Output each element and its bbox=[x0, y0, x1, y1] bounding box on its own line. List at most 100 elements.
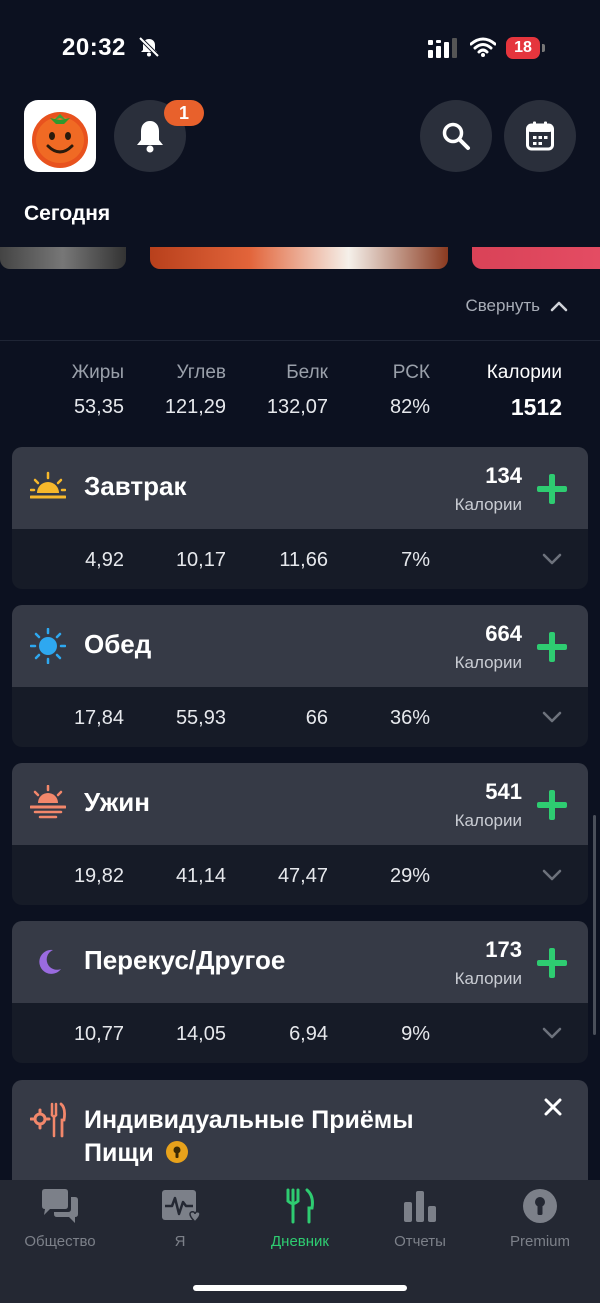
battery-tip bbox=[542, 44, 545, 52]
close-icon[interactable] bbox=[544, 1098, 562, 1116]
calories-total: 1512 bbox=[510, 394, 562, 420]
meal-protein: 66 bbox=[305, 707, 328, 729]
meal-carbs: 10,17 bbox=[175, 549, 226, 571]
meal-rdi: 29% bbox=[389, 865, 430, 887]
battery-indicator: 18 bbox=[506, 37, 540, 59]
meal-card-snack[interactable]: Перекус/Другое 173 Калории 10,77 14,05 6… bbox=[12, 921, 588, 1063]
sunrise-icon bbox=[30, 471, 66, 499]
meal-name: Завтрак bbox=[84, 471, 187, 501]
tab-label: Отчеты bbox=[394, 1233, 446, 1250]
meal-rdi: 7% bbox=[401, 549, 430, 571]
tab-label: Я bbox=[174, 1233, 186, 1250]
tab-community[interactable]: Общество bbox=[0, 1188, 120, 1250]
chevron-down-icon[interactable] bbox=[542, 869, 562, 881]
add-food-breakfast-icon[interactable] bbox=[536, 473, 568, 505]
page-title: Сегодня bbox=[24, 202, 111, 225]
calendar-button[interactable] bbox=[504, 100, 576, 172]
meal-calories: 541 bbox=[485, 779, 522, 804]
meal-calories-label: Калории bbox=[454, 811, 522, 830]
add-food-lunch-icon[interactable] bbox=[536, 631, 568, 663]
meal-card-dinner[interactable]: Ужин 541 Калории 19,82 41,14 47,47 29% bbox=[12, 763, 588, 905]
tab-premium[interactable]: Premium bbox=[480, 1188, 600, 1250]
sun-icon bbox=[30, 628, 66, 664]
meal-name: Обед bbox=[84, 629, 152, 659]
custom-meals-card[interactable]: Индивидуальные Приёмы Пищи bbox=[12, 1080, 588, 1190]
chevron-down-icon[interactable] bbox=[542, 1027, 562, 1039]
meal-carbs: 14,05 bbox=[175, 1023, 226, 1045]
search-icon bbox=[442, 122, 470, 150]
custom-meals-title-text: Индивидуальные Приёмы Пищи bbox=[84, 1106, 414, 1167]
rdi-label: РСК bbox=[392, 362, 430, 383]
chevron-down-icon[interactable] bbox=[542, 711, 562, 723]
meal-calories-label: Калории bbox=[454, 969, 522, 988]
meal-fat: 4,92 bbox=[85, 549, 124, 571]
divider bbox=[0, 340, 600, 341]
tab-label: Дневник bbox=[271, 1233, 329, 1250]
carousel-image-1[interactable] bbox=[0, 247, 126, 269]
cutlery-icon bbox=[286, 1188, 314, 1224]
collapse-label: Свернуть bbox=[465, 296, 540, 315]
meal-calories: 173 bbox=[485, 937, 522, 962]
daily-totals: Жиры Углев Белк РСК Калории 53,35 121,29… bbox=[0, 362, 600, 422]
settings-cutlery-icon bbox=[30, 1102, 66, 1138]
heart-monitor-icon bbox=[162, 1190, 201, 1223]
meal-fat: 19,82 bbox=[73, 865, 124, 887]
meal-calories: 134 bbox=[485, 463, 522, 488]
notification-badge: 1 bbox=[164, 100, 204, 126]
meal-card-breakfast[interactable]: Завтрак 134 Калории 4,92 10,17 11,66 7% bbox=[12, 447, 588, 589]
bell-off-icon bbox=[138, 36, 160, 58]
meal-rdi: 36% bbox=[389, 707, 430, 729]
meal-header[interactable]: Перекус/Другое 173 Калории bbox=[12, 921, 588, 1003]
custom-meals-title: Индивидуальные Приёмы Пищи bbox=[84, 1104, 484, 1170]
sunset-icon bbox=[30, 785, 66, 819]
meal-protein: 6,94 bbox=[289, 1023, 328, 1045]
tab-label: Общество bbox=[24, 1233, 96, 1250]
meal-carbs: 41,14 bbox=[175, 865, 226, 887]
chat-icon bbox=[42, 1189, 78, 1223]
moon-icon bbox=[39, 949, 61, 974]
wifi-icon bbox=[470, 37, 496, 57]
tab-me[interactable]: Я bbox=[120, 1188, 240, 1250]
meal-name: Перекус/Другое bbox=[84, 945, 286, 975]
meal-fat: 17,84 bbox=[73, 707, 124, 729]
tab-reports[interactable]: Отчеты bbox=[360, 1188, 480, 1250]
collapse-button[interactable]: Свернуть bbox=[465, 296, 568, 316]
meal-card-lunch[interactable]: Обед 664 Калории 17,84 55,93 66 36% bbox=[12, 605, 588, 747]
add-food-dinner-icon[interactable] bbox=[536, 789, 568, 821]
chevron-up-icon bbox=[550, 301, 568, 312]
scrollbar[interactable] bbox=[593, 815, 596, 1035]
bell-icon bbox=[137, 121, 163, 153]
search-button[interactable] bbox=[420, 100, 492, 172]
app-header: 1 Сегодня bbox=[0, 96, 600, 246]
tomato-logo-icon bbox=[32, 112, 88, 168]
meal-protein: 11,66 bbox=[279, 549, 328, 571]
home-indicator[interactable] bbox=[193, 1285, 407, 1291]
status-bar: 20:32 18 bbox=[0, 0, 600, 96]
status-time: 20:32 bbox=[62, 34, 126, 61]
rdi-total: 82% bbox=[389, 396, 430, 418]
meal-rdi: 9% bbox=[401, 1023, 430, 1045]
cellular-signal-icon bbox=[428, 38, 457, 58]
meal-calories-label: Калории bbox=[454, 495, 522, 514]
meal-calories-label: Калории bbox=[454, 653, 522, 672]
chevron-down-icon[interactable] bbox=[542, 553, 562, 565]
bar-chart-icon bbox=[404, 1191, 436, 1222]
calendar-icon bbox=[526, 121, 554, 151]
carousel-image-3[interactable] bbox=[472, 247, 600, 269]
keyhole-icon bbox=[523, 1189, 557, 1223]
meal-fat: 10,77 bbox=[73, 1023, 124, 1045]
meal-calories: 664 bbox=[485, 621, 522, 646]
app-logo[interactable] bbox=[24, 100, 96, 172]
meal-protein: 47,47 bbox=[277, 865, 328, 887]
tab-label: Premium bbox=[509, 1233, 570, 1250]
calories-label: Калории bbox=[486, 362, 562, 383]
meal-header[interactable]: Ужин 541 Калории bbox=[12, 763, 588, 845]
meal-name: Ужин bbox=[84, 787, 150, 817]
meal-carbs: 55,93 bbox=[175, 707, 226, 729]
carousel-image-2[interactable] bbox=[150, 247, 448, 269]
meal-header[interactable]: Обед 664 Калории bbox=[12, 605, 588, 687]
premium-lock-icon bbox=[165, 1141, 188, 1163]
meal-header[interactable]: Завтрак 134 Калории bbox=[12, 447, 588, 529]
tab-diary[interactable]: Дневник bbox=[240, 1188, 360, 1250]
add-food-snack-icon[interactable] bbox=[536, 947, 568, 979]
